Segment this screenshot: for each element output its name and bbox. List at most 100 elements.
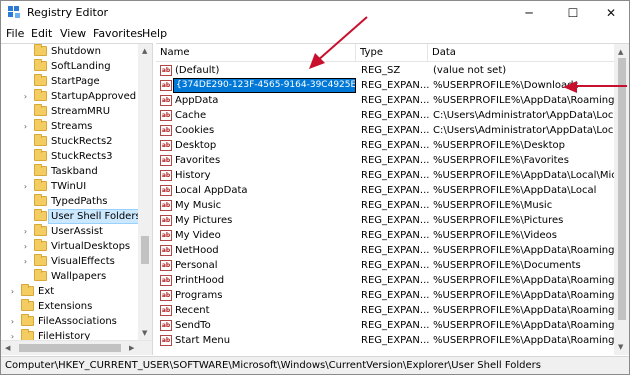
minimize-button[interactable]: ─ <box>509 1 549 25</box>
expand-arrow-icon[interactable]: › <box>21 226 30 237</box>
table-row[interactable]: ab Cookies REG_EXPAN... C:\Users\Administra… <box>156 123 616 138</box>
tree-vertical-scrollbar[interactable]: ▲ ▼ <box>138 44 152 340</box>
value-data: %USERPROFILE%\AppData\Roaming <box>433 95 615 106</box>
tree-item[interactable]: Extensions <box>1 299 138 314</box>
table-row[interactable]: ab My Video REG_EXPAN... %USERPROFILE%\Vide… <box>156 228 614 243</box>
tree-item-label: TypedPaths <box>51 196 108 207</box>
expand-arrow-icon[interactable]: › <box>21 256 30 267</box>
expand-arrow-icon[interactable]: › <box>8 286 17 297</box>
tree-item[interactable]: Wallpapers <box>1 269 138 284</box>
tree-scroll-thumb[interactable] <box>141 236 149 264</box>
table-row[interactable]: ab (Default) REG_SZ (value not set) <box>156 63 614 78</box>
maximize-button[interactable]: ☐ <box>553 1 593 25</box>
close-button[interactable]: ✕ <box>591 1 629 25</box>
tree-item[interactable]: › VirtualDesktops <box>1 239 138 254</box>
folder-icon <box>21 299 34 311</box>
registry-editor-window: Registry Editor ─ ☐ ✕ File Edit View Fav… <box>0 0 630 375</box>
ab-string-value-icon: ab <box>160 290 172 301</box>
ab-string-value-icon: ab <box>160 170 172 181</box>
menu-view[interactable]: View <box>60 27 86 41</box>
table-row[interactable]: ab History REG_EXPAN... %USERPROFILE%\AppDa… <box>156 168 616 183</box>
expand-arrow-icon[interactable]: › <box>21 181 30 192</box>
value-data: C:\Users\Administrator\AppData\Local\Mic… <box>433 110 616 121</box>
table-row[interactable]: ab Programs REG_EXPAN... %USERPROFILE%\AppD… <box>156 288 616 303</box>
registry-key-tree[interactable]: Shutdown SoftLanding StartPage › StartupAppr… <box>1 43 153 355</box>
list-scroll-up-arrow-icon[interactable]: ▲ <box>618 48 623 56</box>
tree-item[interactable]: StreamMRU <box>1 104 138 119</box>
value-name: Personal <box>175 260 218 271</box>
ab-string-value-icon: ab <box>160 260 172 271</box>
table-row[interactable]: ab Recent REG_EXPAN... %USERPROFILE%\AppDat… <box>156 303 616 318</box>
tree-item-label: TWinUI <box>51 181 87 192</box>
table-row[interactable]: ab My Pictures REG_EXPAN... %USERPROFILE%\P… <box>156 213 614 228</box>
tree-item[interactable]: StartPage <box>1 74 138 89</box>
tree-item[interactable]: StuckRects2 <box>1 134 138 149</box>
menu-help[interactable]: Help <box>142 27 167 41</box>
tree-item[interactable]: › TWinUI <box>1 179 138 194</box>
table-row[interactable]: ab Start Menu REG_EXPAN... %USERPROFILE%\Ap… <box>156 333 616 348</box>
table-row[interactable]: ab PrintHood REG_EXPAN... %USERPROFILE%\App… <box>156 273 616 288</box>
scroll-left-arrow-icon[interactable]: ◀ <box>5 344 10 352</box>
value-name-edit-field[interactable]: {374DE290-123F-4565-9164-39C4925E467B} <box>173 78 356 93</box>
menu-edit[interactable]: Edit <box>31 27 52 41</box>
tree-item[interactable]: › Streams <box>1 119 138 134</box>
tree-item[interactable]: SoftLanding <box>1 59 138 74</box>
tree-item-label: Shutdown <box>51 46 101 57</box>
ab-string-value-icon: ab <box>160 200 172 211</box>
expand-arrow-icon[interactable]: › <box>21 121 30 132</box>
tree-item[interactable]: › Ext <box>1 284 138 299</box>
expand-arrow-icon[interactable]: › <box>21 91 30 102</box>
registry-values-list[interactable]: Name Type Data ab (Default) REG_SZ (value n… <box>156 43 629 355</box>
table-row[interactable]: ab SendTo REG_EXPAN... %USERPROFILE%\AppDat… <box>156 318 616 333</box>
scroll-down-arrow-icon[interactable]: ▼ <box>142 329 147 337</box>
tree-item[interactable]: › VisualEffects <box>1 254 138 269</box>
table-row[interactable]: ab Personal REG_EXPAN... %USERPROFILE%\Docu… <box>156 258 614 273</box>
tree-item[interactable]: StuckRects3 <box>1 149 138 164</box>
value-type: REG_EXPAN... <box>361 215 429 226</box>
scroll-right-arrow-icon[interactable]: ▶ <box>129 344 134 352</box>
menu-file[interactable]: File <box>6 27 24 41</box>
tree-hscroll-thumb[interactable] <box>19 344 121 352</box>
tree-item[interactable]: TypedPaths <box>1 194 138 209</box>
menu-favorites[interactable]: Favorites <box>93 27 143 41</box>
tree-item-label: StuckRects2 <box>51 136 113 147</box>
tree-horizontal-scrollbar[interactable]: ◀ ▶ <box>1 340 152 355</box>
expand-arrow-icon[interactable]: › <box>21 241 30 252</box>
table-row[interactable]: ab Desktop REG_EXPAN... %USERPROFILE%\Deskt… <box>156 138 614 153</box>
column-header-data[interactable]: Data <box>428 44 614 62</box>
red-arrow-icon <box>309 16 368 69</box>
ab-string-value-icon: ab <box>160 140 172 151</box>
value-name: SendTo <box>175 320 211 331</box>
list-scroll-down-arrow-icon[interactable]: ▼ <box>618 343 623 351</box>
tree-item[interactable]: › FileAssociations <box>1 314 138 329</box>
value-type: REG_SZ <box>361 65 401 76</box>
value-data: C:\Users\Administrator\AppData\Local\Mic… <box>433 125 616 136</box>
tree-item[interactable]: Shutdown <box>1 44 138 59</box>
tree-item-label: User Shell Folders <box>48 209 144 224</box>
value-name: AppData <box>175 95 219 106</box>
value-data: %USERPROFILE%\AppData\Roaming\Micro <box>433 320 616 331</box>
expand-arrow-icon[interactable]: › <box>8 316 17 327</box>
value-data: %USERPROFILE%\Pictures <box>433 215 564 226</box>
tree-item[interactable]: User Shell Folders <box>1 209 144 224</box>
table-row[interactable]: ab Cache REG_EXPAN... C:\Users\Administrato… <box>156 108 616 123</box>
ab-string-value-icon: ab <box>160 125 172 136</box>
table-row[interactable]: ab{374DE290-123F-4565-9164-39C4925E467B}… <box>156 78 614 93</box>
table-row[interactable]: ab NetHood REG_EXPAN... %USERPROFILE%\AppDa… <box>156 243 616 258</box>
value-name: Favorites <box>175 155 221 166</box>
tree-item-label: Wallpapers <box>51 271 107 282</box>
scroll-up-arrow-icon[interactable]: ▲ <box>142 47 147 55</box>
value-name: Cache <box>175 110 207 121</box>
list-scroll-thumb[interactable] <box>618 58 626 320</box>
table-row[interactable]: ab My Music REG_EXPAN... %USERPROFILE%\Musi… <box>156 198 614 213</box>
tree-item[interactable]: Taskband <box>1 164 138 179</box>
value-name: Desktop <box>175 140 217 151</box>
table-row[interactable]: ab AppData REG_EXPAN... %USERPROFILE%\AppDa… <box>156 93 614 108</box>
value-type: REG_EXPAN... <box>361 305 429 316</box>
ab-string-value-icon: ab <box>160 305 172 316</box>
tree-item[interactable]: › UserAssist <box>1 224 138 239</box>
folder-icon <box>34 134 47 146</box>
tree-item[interactable]: › StartupApproved <box>1 89 138 104</box>
table-row[interactable]: ab Local AppData REG_EXPAN... %USERPROFILE%… <box>156 183 614 198</box>
table-row[interactable]: ab Favorites REG_EXPAN... %USERPROFILE%\Fav… <box>156 153 614 168</box>
